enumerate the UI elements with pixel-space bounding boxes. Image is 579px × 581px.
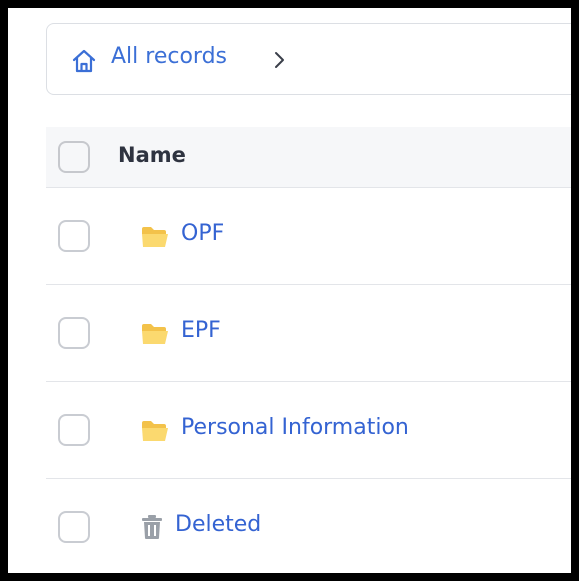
records-table: Name OPF EPF Personal Information Delete… <box>46 127 571 573</box>
column-header-name[interactable]: Name <box>118 143 186 167</box>
row-checkbox[interactable] <box>58 220 90 252</box>
chevron-right-icon <box>275 52 284 68</box>
record-link[interactable]: EPF <box>181 318 221 343</box>
folder-icon <box>142 421 168 441</box>
home-icon[interactable] <box>71 48 97 74</box>
folder-icon <box>142 227 168 247</box>
record-link[interactable]: Personal Information <box>181 415 409 440</box>
trash-icon <box>142 515 162 539</box>
table-header: Name <box>46 127 571 188</box>
table-row[interactable]: Personal Information <box>46 382 571 479</box>
row-checkbox[interactable] <box>58 414 90 446</box>
row-checkbox[interactable] <box>58 511 90 543</box>
table-row[interactable]: Deleted <box>46 479 571 573</box>
records-panel: All records Name OPF EPF Personal Inform… <box>8 8 571 573</box>
select-all-checkbox[interactable] <box>58 141 90 173</box>
table-row[interactable]: EPF <box>46 285 571 382</box>
folder-icon <box>142 324 168 344</box>
breadcrumb: All records <box>46 23 571 95</box>
row-checkbox[interactable] <box>58 317 90 349</box>
table-row[interactable]: OPF <box>46 188 571 285</box>
breadcrumb-all-records[interactable]: All records <box>111 44 227 69</box>
record-link[interactable]: OPF <box>181 221 224 246</box>
record-link[interactable]: Deleted <box>175 512 261 537</box>
